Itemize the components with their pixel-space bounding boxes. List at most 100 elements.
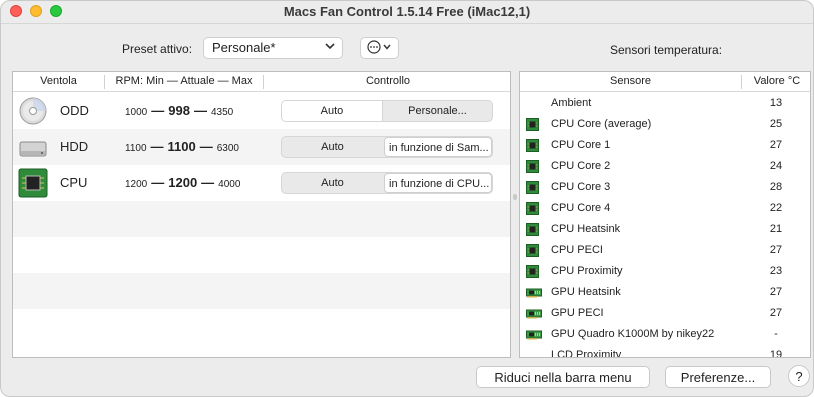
sensor-row[interactable]: GPU Quadro K1000M by nikey22 - xyxy=(520,324,810,345)
auto-button[interactable]: Auto xyxy=(282,173,383,193)
cpu-chip-icon xyxy=(526,244,539,257)
rpm-current: 1100 xyxy=(167,139,196,154)
rpm-current: 1200 xyxy=(168,175,198,190)
sensor-row[interactable]: CPU Core (average) 25 xyxy=(520,114,810,135)
sensor-name: CPU PECI xyxy=(551,244,603,256)
empty-row xyxy=(13,309,510,345)
sensor-name: CPU Heatsink xyxy=(551,223,621,235)
fan-name: HDD xyxy=(60,139,89,154)
sensor-based-button[interactable]: in funzione di Sam... xyxy=(384,137,492,157)
sensor-row[interactable]: CPU Proximity 23 xyxy=(520,261,810,282)
preset-dropdown[interactable]: Personale* xyxy=(203,37,343,59)
fan-name: CPU xyxy=(60,175,88,190)
split-view-handle[interactable] xyxy=(513,194,517,200)
sensor-name: GPU PECI xyxy=(551,307,604,319)
empty-row xyxy=(13,273,510,309)
cpu-chip-icon xyxy=(526,223,539,236)
sensor-value: 22 xyxy=(769,202,783,214)
sensor-table: Sensore Valore °C Ambient 13 CPU Core (ave… xyxy=(519,71,811,358)
sensor-name: Ambient xyxy=(551,97,592,109)
fan-row-cpu[interactable]: CPU 1200—1200—4000 Auto in funzione di C… xyxy=(13,165,510,201)
fan-rpm: 1100—1100—6300 xyxy=(125,139,239,154)
preferences-button[interactable]: Preferenze... xyxy=(665,366,771,388)
rpm-min: 1200 xyxy=(125,179,148,190)
rpm-min: 1100 xyxy=(125,143,147,154)
custom-button[interactable]: Personale... xyxy=(383,101,492,121)
fan-control-segment: Auto in funzione di Sam... xyxy=(281,136,493,158)
sensor-name: LCD Proximity xyxy=(551,349,622,358)
sensor-value: 27 xyxy=(769,244,783,256)
sensor-row[interactable]: LCD Proximity 19 xyxy=(520,345,810,358)
cpu-chip-icon xyxy=(18,168,48,198)
sensor-row[interactable]: CPU Core 4 22 xyxy=(520,198,810,219)
sensor-row[interactable]: GPU Heatsink 27 xyxy=(520,282,810,303)
gpu-card-icon xyxy=(526,309,542,319)
col-sensor[interactable]: Sensore xyxy=(520,75,741,87)
empty-row xyxy=(13,237,510,273)
sensor-value: 27 xyxy=(769,307,783,319)
cpu-chip-icon xyxy=(526,181,539,194)
gpu-card-icon xyxy=(526,330,542,340)
sensor-name: GPU Quadro K1000M by nikey22 xyxy=(551,328,715,340)
help-button[interactable]: ? xyxy=(788,365,810,387)
sensor-row[interactable]: CPU PECI 27 xyxy=(520,240,810,261)
sensor-row[interactable]: Ambient 13 xyxy=(520,93,810,114)
app-window: Macs Fan Control 1.5.14 Free (iMac12,1) … xyxy=(0,0,814,397)
cpu-chip-icon xyxy=(526,202,539,215)
sensor-name: GPU Heatsink xyxy=(551,286,621,298)
sensor-name: CPU Core 2 xyxy=(551,160,611,172)
sensor-row[interactable]: CPU Core 2 24 xyxy=(520,156,810,177)
more-options-icon xyxy=(366,40,391,54)
fan-rpm: 1200—1200—4000 xyxy=(125,175,241,190)
sensor-value: 24 xyxy=(769,160,783,172)
sensor-value: 21 xyxy=(769,223,783,235)
chevron-down-icon xyxy=(325,41,335,54)
gpu-card-icon xyxy=(526,288,542,298)
auto-button[interactable]: Auto xyxy=(282,101,383,121)
rpm-current: 998 xyxy=(168,103,190,118)
more-actions-button[interactable] xyxy=(360,37,399,59)
fan-name: ODD xyxy=(60,103,89,118)
sensor-value: 27 xyxy=(769,286,783,298)
preset-label: Preset attivo: xyxy=(122,42,193,56)
sensor-name: CPU Core (average) xyxy=(551,118,652,130)
sensor-row[interactable]: GPU PECI 27 xyxy=(520,303,810,324)
fan-table-header: Ventola RPM: Min — Attuale — Max Control… xyxy=(13,72,510,92)
auto-button[interactable]: Auto xyxy=(282,137,383,157)
sensor-name: CPU Core 3 xyxy=(551,181,611,193)
sensor-name: CPU Proximity xyxy=(551,265,623,277)
fan-rpm: 1000—998—4350 xyxy=(125,103,234,118)
hard-drive-icon xyxy=(19,141,47,157)
sensor-based-button[interactable]: in funzione di CPU... xyxy=(384,173,492,193)
minimize-to-menubar-button[interactable]: Riduci nella barra menu xyxy=(476,366,650,388)
sensor-name: CPU Core 4 xyxy=(551,202,611,214)
col-rpm[interactable]: RPM: Min — Attuale — Max xyxy=(105,75,263,87)
cpu-chip-icon xyxy=(526,139,539,152)
sensor-value: - xyxy=(774,328,778,340)
sensor-row[interactable]: CPU Core 3 28 xyxy=(520,177,810,198)
col-value[interactable]: Valore °C xyxy=(742,75,810,87)
cpu-chip-icon xyxy=(526,265,539,278)
col-fan[interactable]: Ventola xyxy=(13,75,104,87)
sensor-row[interactable]: CPU Heatsink 21 xyxy=(520,219,810,240)
sensor-value: 19 xyxy=(769,349,783,358)
sensor-value: 28 xyxy=(769,181,783,193)
sensor-value: 23 xyxy=(769,265,783,277)
preset-value: Personale* xyxy=(212,40,276,55)
sensors-title: Sensori temperatura: xyxy=(610,43,723,57)
title-bar: Macs Fan Control 1.5.14 Free (iMac12,1) xyxy=(1,1,813,23)
col-control[interactable]: Controllo xyxy=(264,75,510,87)
sensor-row[interactable]: CPU Core 1 27 xyxy=(520,135,810,156)
rpm-max: 4350 xyxy=(210,107,234,118)
title-divider xyxy=(1,23,813,24)
optical-drive-icon xyxy=(19,97,47,125)
fan-row-hdd[interactable]: HDD 1100—1100—6300 Auto in funzione di S… xyxy=(13,129,510,165)
sensor-value: 25 xyxy=(769,118,783,130)
fan-control-segment: Auto in funzione di CPU... xyxy=(281,172,493,194)
sensor-value: 13 xyxy=(769,97,783,109)
fan-table: Ventola RPM: Min — Attuale — Max Control… xyxy=(12,71,511,358)
cpu-chip-icon xyxy=(526,160,539,173)
fan-row-odd[interactable]: ODD 1000—998—4350 Auto Personale... xyxy=(13,93,510,129)
fan-control-segment: Auto Personale... xyxy=(281,100,493,122)
window-title: Macs Fan Control 1.5.14 Free (iMac12,1) xyxy=(283,4,531,19)
